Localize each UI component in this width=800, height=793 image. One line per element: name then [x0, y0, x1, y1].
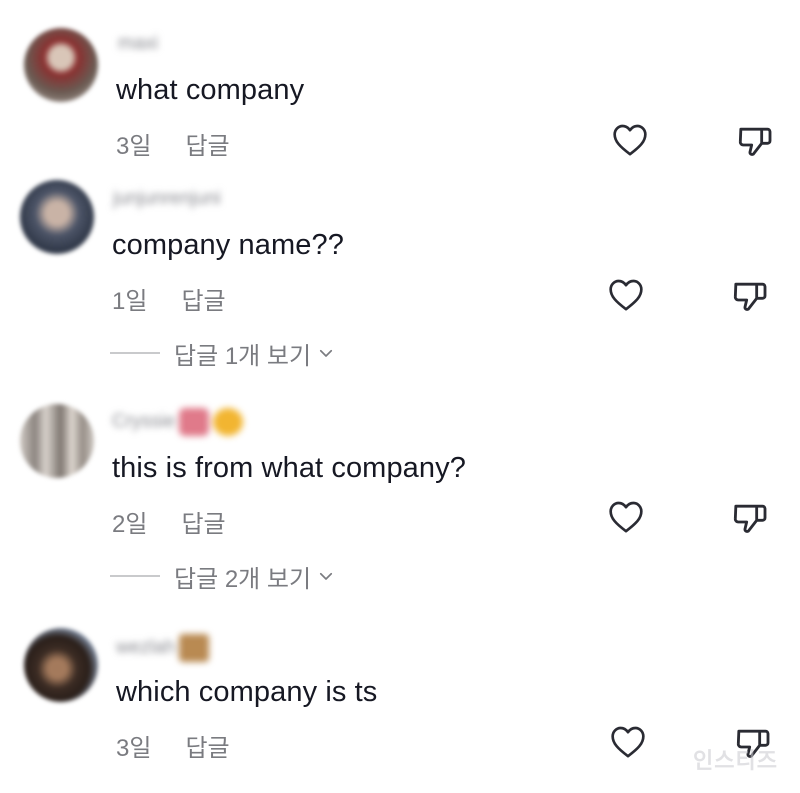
heart-icon[interactable] [606, 497, 646, 537]
comment-meta: 3일 답글 [116, 728, 230, 763]
username[interactable]: junjunrenjuni [113, 188, 221, 210]
reply-button[interactable]: 답글 [181, 288, 225, 315]
divider [110, 352, 160, 354]
comment-text: this is from what company? [112, 452, 466, 484]
divider [110, 575, 160, 577]
heart-icon[interactable] [608, 722, 648, 762]
username[interactable]: wezlah [116, 634, 210, 662]
view-replies-label: 답글 1개 보기 [174, 342, 312, 370]
comment-text: which company is ts [116, 676, 378, 708]
comment-meta: 2일 답글 [112, 504, 226, 539]
thumbs-down-icon[interactable] [730, 275, 770, 315]
emoji [179, 634, 210, 662]
heart-icon[interactable] [606, 275, 646, 315]
chevron-down-icon [320, 572, 333, 580]
avatar[interactable] [24, 628, 98, 702]
chevron-down-icon [320, 349, 333, 357]
thumbs-down-icon[interactable] [730, 497, 770, 537]
comment-age: 3일 [116, 735, 152, 762]
view-replies-button[interactable]: 답글 2개 보기 [110, 561, 335, 593]
username-text: Cryssie [112, 411, 176, 433]
comment-age: 2일 [112, 511, 148, 538]
watermark: 인스티즈 [693, 748, 778, 773]
comment-meta: 1일 답글 [112, 281, 226, 316]
reply-button[interactable]: 답글 [185, 735, 229, 762]
comment-age: 1일 [112, 288, 148, 315]
emoji [179, 408, 210, 436]
comment-text: company name?? [112, 229, 344, 261]
avatar[interactable] [20, 404, 94, 478]
view-replies-label: 답글 2개 보기 [174, 565, 312, 593]
username-text: wezlah [116, 637, 176, 659]
username[interactable]: Cryssie [112, 408, 244, 436]
view-replies-button[interactable]: 답글 1개 보기 [110, 338, 335, 370]
reply-button[interactable]: 답글 [181, 511, 225, 538]
avatar[interactable] [20, 180, 94, 254]
comment-item: wezlah which company is ts 3일 답글 [0, 0, 800, 762]
emoji [213, 408, 244, 436]
